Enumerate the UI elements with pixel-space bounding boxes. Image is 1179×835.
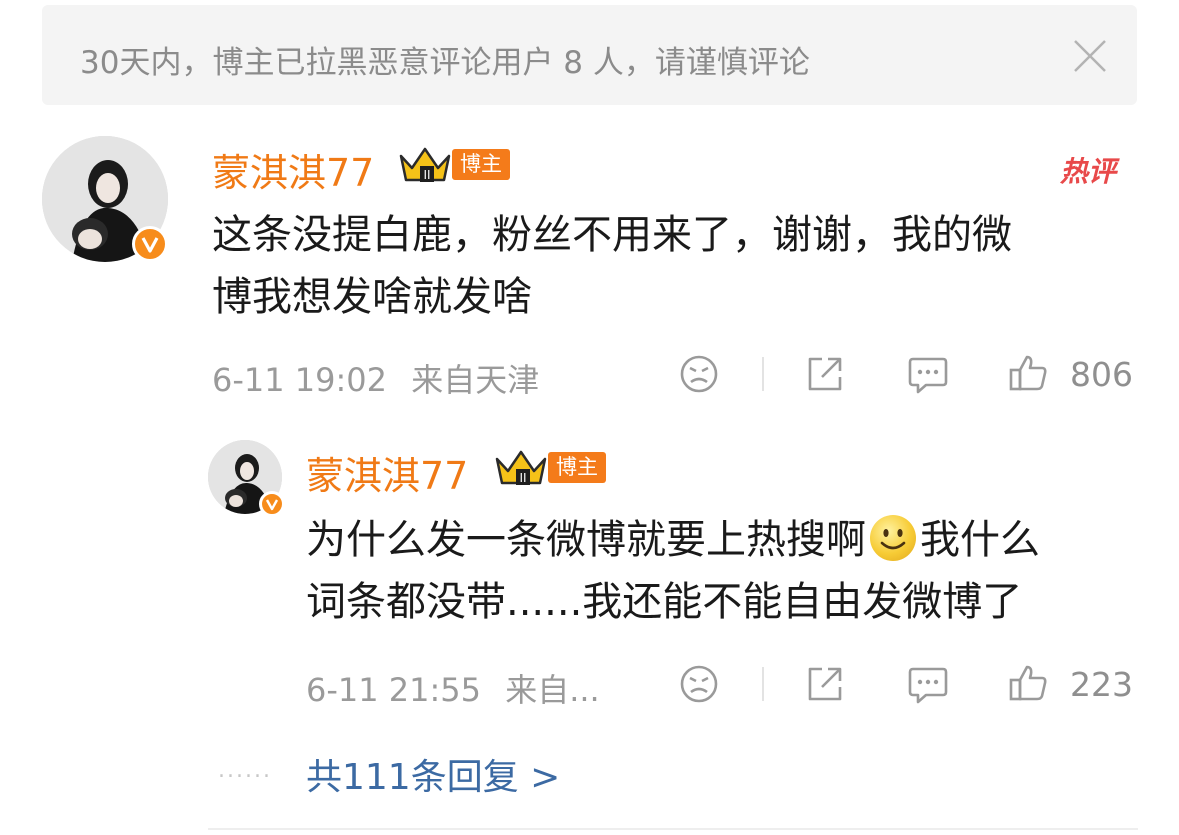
divider [208,828,1138,830]
time-text: 6-11 19:02 [212,361,388,399]
crown-icon: II [495,450,547,485]
reply-avatar[interactable] [208,440,285,517]
notice-banner: 30天内，博主已拉黑恶意评论用户 8 人，请谨慎评论 [42,5,1137,105]
svg-text:II: II [519,471,526,485]
reply-username[interactable]: 蒙淇淇77 [306,445,468,500]
share-icon[interactable] [804,353,846,395]
dislike-icon[interactable] [678,663,720,705]
location-text: 来自天津 [411,361,540,399]
verified-icon [259,491,285,517]
reply-text-line1: 为什么发一条微博就要上热搜啊 我什么 [306,510,1040,570]
like-icon[interactable] [1008,352,1050,394]
avatar[interactable] [42,136,168,262]
dislike-icon[interactable] [678,353,720,395]
verified-icon [132,226,168,262]
blogger-badge: 博主 [452,149,510,180]
more-replies-link[interactable]: 共111条回复 > [306,748,560,800]
like-count: 806 [1070,355,1133,394]
svg-text:II: II [423,168,430,182]
reply-text-line2: 词条都没带......我还能不能自由发微博了 [306,579,1023,625]
divider [762,667,764,701]
smile-emoji [870,515,916,561]
like-icon[interactable] [1008,662,1050,704]
reply-text-part2: 我什么 [920,517,1040,563]
share-icon[interactable] [804,663,846,705]
close-icon[interactable] [1073,39,1107,73]
comment-text-line2: 博我想发啥就发啥 [212,274,532,320]
time-text: 6-11 21:55 [306,671,482,709]
username[interactable]: 蒙淇淇77 [212,142,374,197]
blogger-badge: 博主 [548,452,606,483]
comment-icon[interactable] [906,663,950,705]
divider [762,357,764,391]
crown-icon: II [399,147,451,182]
comment-text-line1: 这条没提白鹿，粉丝不用来了，谢谢，我的微 [212,212,1012,258]
notice-text: 30天内，博主已拉黑恶意评论用户 8 人，请谨慎评论 [80,45,810,81]
dots-separator: ...... [218,758,272,783]
reply-time: 6-11 21:55 来自... [306,665,600,711]
comment-icon[interactable] [906,353,950,395]
reply-text-part1: 为什么发一条微博就要上热搜啊 [306,517,866,563]
like-count: 223 [1070,665,1133,704]
location-text: 来自... [505,671,600,709]
hot-comment-badge: 热评 [1060,155,1117,188]
comment-time: 6-11 19:02 来自天津 [212,355,539,401]
